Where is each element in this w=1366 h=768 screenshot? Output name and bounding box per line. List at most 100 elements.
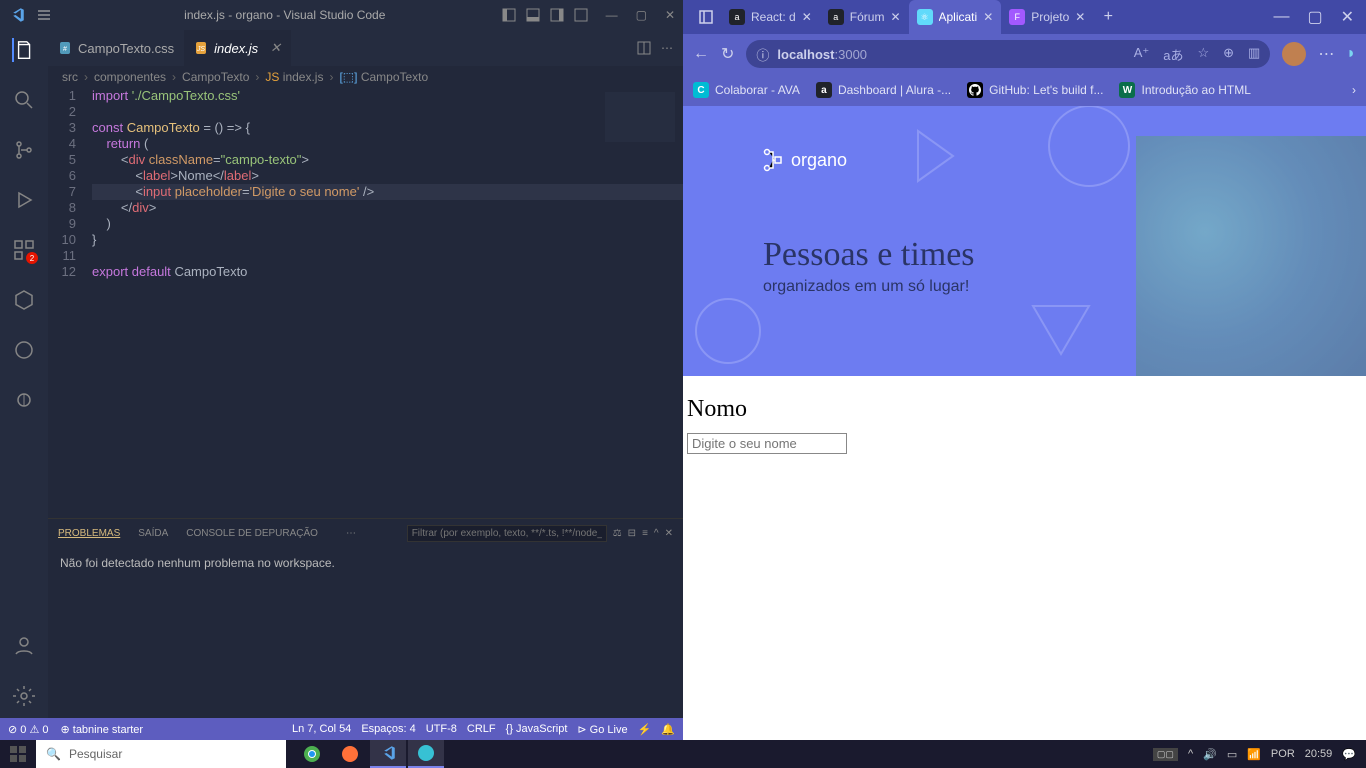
more-icon[interactable]: ⋯ [661, 41, 673, 55]
wifi-icon[interactable]: 📶 [1247, 748, 1261, 761]
clock[interactable]: 20:59 [1305, 748, 1333, 760]
status-item[interactable]: CRLF [467, 723, 496, 735]
filter-icon[interactable]: ⚖ [613, 528, 622, 539]
close-panel-icon[interactable]: ✕ [665, 528, 673, 539]
code-line[interactable]: <label>Nome</label> [92, 168, 683, 184]
code-line[interactable]: <div className="campo-texto"> [92, 152, 683, 168]
edge-icon[interactable] [12, 338, 36, 362]
language-icon[interactable]: POR [1271, 748, 1295, 760]
vscode-app-icon[interactable] [370, 740, 406, 768]
status-item[interactable]: Ln 7, Col 54 [292, 723, 351, 735]
back-button[interactable]: ← [693, 45, 709, 63]
live-icon[interactable] [12, 388, 36, 412]
status-item[interactable]: ⚡ [638, 723, 652, 736]
explorer-icon[interactable] [12, 38, 36, 62]
taskbar-search[interactable]: 🔍 Pesquisar [36, 740, 286, 768]
collapse-icon[interactable]: ≡ [642, 528, 648, 539]
info-icon[interactable]: ⓘ [756, 45, 769, 64]
code-line[interactable]: </div> [92, 200, 683, 216]
collections-icon[interactable]: ▥ [1248, 45, 1260, 64]
profile-avatar[interactable] [1282, 42, 1306, 66]
tab-actions-icon[interactable] [691, 0, 721, 34]
close-tab-icon[interactable]: ✕ [802, 10, 812, 24]
status-item[interactable]: ⊕ tabnine starter [60, 723, 143, 736]
maximize-button[interactable]: ▢ [636, 8, 647, 22]
browser-tab[interactable]: aReact: d✕ [721, 0, 820, 34]
code-line[interactable] [92, 104, 683, 120]
close-tab-icon[interactable]: ✕ [1075, 10, 1085, 24]
more-icon[interactable]: ⋯ [346, 528, 356, 539]
close-tab-icon[interactable]: ✕ [270, 40, 281, 56]
bookmark-item[interactable]: CColaborar - AVA [693, 82, 800, 98]
volume-icon[interactable]: 🔊 [1203, 748, 1217, 761]
status-item[interactable]: ⊳ Go Live [577, 723, 627, 736]
menu-icon[interactable]: ⋯ [1318, 44, 1334, 64]
code-line[interactable]: } [92, 232, 683, 248]
account-icon[interactable] [12, 634, 36, 658]
maximize-panel-icon[interactable]: ^ [654, 528, 659, 539]
browser-tab[interactable]: aFórum✕ [820, 0, 909, 34]
gamebar-icon[interactable]: ▢▢ [1153, 748, 1178, 761]
favorites-bar-icon[interactable]: ⊕ [1223, 45, 1234, 64]
notifications-icon[interactable]: 💬 [1342, 748, 1356, 761]
battery-icon[interactable]: ▭ [1227, 748, 1237, 761]
minimize-button[interactable]: — [606, 8, 618, 22]
close-button[interactable]: ✕ [665, 8, 675, 22]
address-bar[interactable]: ⓘ localhost:3000 A⁺ aあ ☆ ⊕ ▥ [746, 40, 1270, 68]
panel-bottom-icon[interactable] [526, 8, 540, 22]
search-icon[interactable] [12, 88, 36, 112]
chrome-app-icon[interactable] [294, 740, 330, 768]
edge-app-icon[interactable] [408, 740, 444, 768]
translate-icon[interactable]: aあ [1163, 45, 1183, 64]
close-tab-icon[interactable]: ✕ [983, 10, 993, 24]
panel-tab[interactable]: SAÍDA [138, 528, 168, 539]
start-button[interactable] [0, 746, 36, 762]
breadcrumb-item[interactable]: src [62, 70, 78, 84]
close-button[interactable]: ✕ [1341, 7, 1354, 27]
source-control-icon[interactable] [12, 138, 36, 162]
status-item[interactable]: ⊘ 0 ⚠ 0 [8, 723, 48, 736]
refresh-button[interactable]: ↻ [721, 44, 734, 64]
status-item[interactable]: Espaços: 4 [361, 723, 415, 735]
settings-icon[interactable] [12, 684, 36, 708]
firefox-app-icon[interactable] [332, 740, 368, 768]
panel-right-icon[interactable] [550, 8, 564, 22]
bing-chat-icon[interactable]: ◗ [1346, 45, 1356, 63]
hexagon-icon[interactable] [12, 288, 36, 312]
breadcrumb-item[interactable]: JS index.js [265, 70, 323, 84]
bookmark-item[interactable]: WIntrodução ao HTML [1119, 82, 1250, 98]
code-line[interactable]: <input placeholder='Digite o seu nome' /… [92, 184, 683, 200]
browser-tab[interactable]: FProjeto✕ [1001, 0, 1093, 34]
new-tab-button[interactable]: + [1093, 0, 1123, 34]
menu-icon[interactable] [36, 7, 52, 23]
bookmark-item[interactable]: GitHub: Let's build f... [967, 82, 1103, 98]
browser-tab[interactable]: ⚛Aplicati✕ [909, 0, 1002, 34]
minimize-button[interactable]: — [1273, 8, 1289, 26]
panel-left-icon[interactable] [502, 8, 516, 22]
breadcrumb-item[interactable]: componentes [94, 70, 166, 84]
reader-icon[interactable]: A⁺ [1134, 45, 1150, 64]
tray-up-icon[interactable]: ^ [1188, 748, 1193, 760]
editor-tab[interactable]: JSindex.js✕ [184, 30, 291, 66]
minimap[interactable] [605, 92, 675, 142]
maximize-button[interactable]: ▢ [1307, 7, 1322, 27]
breadcrumbs[interactable]: src›componentes›CampoTexto›JS index.js›[… [48, 66, 683, 88]
code-line[interactable]: ) [92, 216, 683, 232]
code-line[interactable]: import './CampoTexto.css' [92, 88, 683, 104]
name-input[interactable] [687, 433, 847, 454]
panel-tab[interactable]: PROBLEMAS [58, 528, 120, 539]
code-line[interactable]: export default CampoTexto [92, 264, 683, 280]
favorite-icon[interactable]: ☆ [1197, 45, 1209, 64]
breadcrumb-item[interactable]: [⬚] CampoTexto [339, 70, 428, 84]
bookmark-item[interactable]: aDashboard | Alura -... [816, 82, 951, 98]
layout-icon[interactable] [574, 8, 588, 22]
code-line[interactable] [92, 248, 683, 264]
run-debug-icon[interactable] [12, 188, 36, 212]
filter-input[interactable] [407, 525, 607, 542]
panel-tab[interactable]: CONSOLE DE DEPURAÇÃO [186, 528, 318, 539]
status-item[interactable]: UTF-8 [426, 723, 457, 735]
code-editor[interactable]: 123456789101112 import './CampoTexto.css… [48, 88, 683, 518]
status-item[interactable]: {} JavaScript [506, 723, 568, 735]
clear-icon[interactable]: ⊟ [628, 528, 636, 539]
breadcrumb-item[interactable]: CampoTexto [182, 70, 249, 84]
